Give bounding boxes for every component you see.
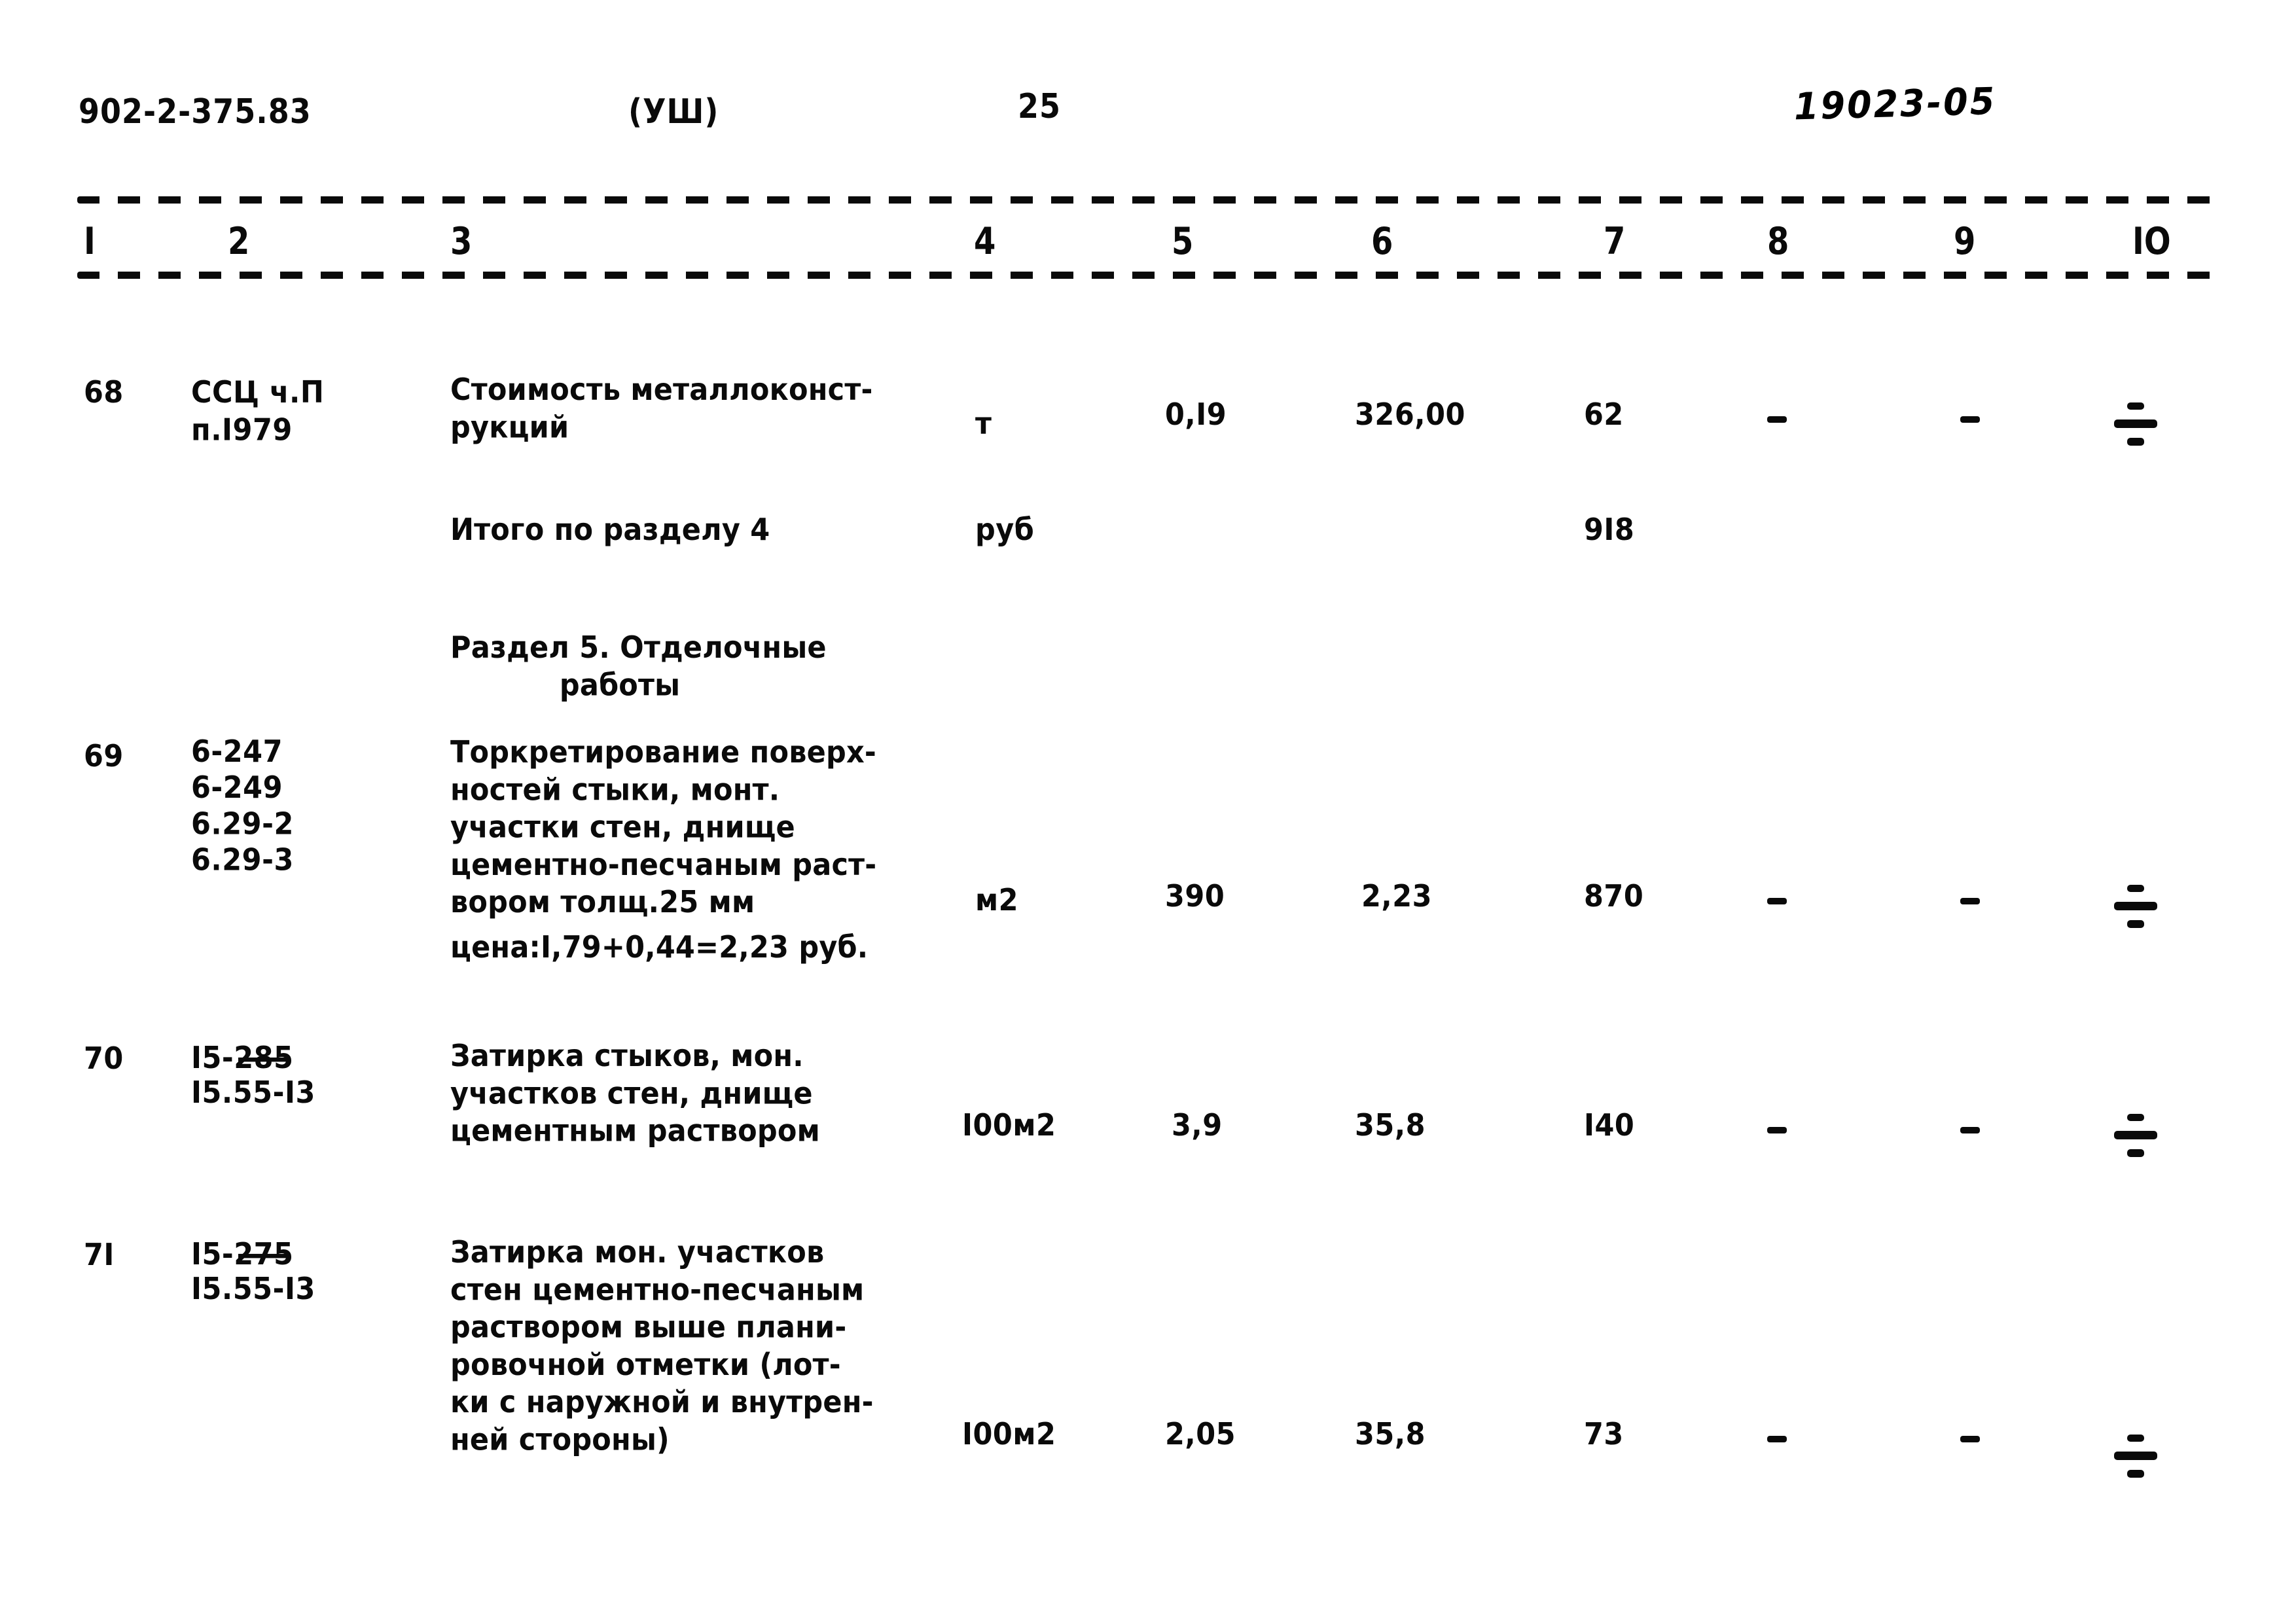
row-quantity: 390 bbox=[1165, 879, 1225, 915]
row-unit-price: 35,8 bbox=[1355, 1108, 1426, 1144]
row-number: 70 bbox=[84, 1041, 124, 1077]
column-number-2: 2 bbox=[228, 220, 250, 264]
row-total: 870 bbox=[1584, 879, 1644, 915]
column-number-9: 9 bbox=[1954, 220, 1976, 264]
document-code: 902-2-375.83 bbox=[79, 92, 312, 132]
row-total: 62 bbox=[1584, 397, 1624, 433]
row-col9-dash bbox=[1960, 898, 1980, 904]
row-unit: м2 bbox=[975, 883, 1019, 919]
column-number-3: 3 bbox=[450, 220, 473, 264]
document-variant: (УШ) bbox=[628, 92, 719, 132]
row-unit-price: 2,23 bbox=[1361, 879, 1433, 915]
row-quantity: 0,I9 bbox=[1165, 397, 1227, 433]
row-code-struck: I5-275 bbox=[191, 1237, 294, 1273]
handwritten-archive-code: 19023-05 bbox=[1793, 79, 1998, 129]
table-rule-top bbox=[77, 196, 2223, 204]
row-code: I5.55-I3 bbox=[191, 1272, 315, 1307]
row-unit-price: 326,00 bbox=[1355, 397, 1465, 433]
row-code: 6-247 6-249 6.29-2 6.29-3 bbox=[191, 734, 294, 878]
row-col8-dash bbox=[1767, 1127, 1787, 1133]
column-number-8: 8 bbox=[1767, 220, 1789, 264]
column-number-1: I bbox=[84, 220, 96, 264]
struck-code-text: I5-285 bbox=[191, 1041, 294, 1076]
scanned-page: 902-2-375.83 (УШ) 25 19023-05 I 2 3 4 5 … bbox=[0, 0, 2296, 1623]
row-quantity: 3,9 bbox=[1172, 1108, 1223, 1144]
row-code: I5.55-I3 bbox=[191, 1075, 315, 1111]
row-code: ССЦ ч.П п.I979 bbox=[191, 375, 325, 448]
table-rule-bottom bbox=[77, 272, 2223, 279]
row-col9-dash bbox=[1960, 416, 1980, 423]
row-unit: т bbox=[975, 406, 992, 442]
row-unit-price: 35,8 bbox=[1355, 1417, 1426, 1453]
row-unit: I00м2 bbox=[962, 1108, 1056, 1144]
row-col10-mark bbox=[2114, 885, 2157, 933]
page-number: 25 bbox=[1018, 86, 1062, 126]
row-description: Затирка стыков, мон. участков стен, днищ… bbox=[450, 1039, 820, 1149]
row-number: 68 bbox=[84, 375, 124, 411]
column-number-5: 5 bbox=[1172, 220, 1194, 264]
section-heading: Раздел 5. Отделочные работы bbox=[450, 630, 827, 704]
row-quantity: 2,05 bbox=[1165, 1417, 1236, 1453]
column-number-6: 6 bbox=[1371, 220, 1393, 264]
row-description: Стоимость металлоконст- рукций bbox=[450, 372, 873, 446]
row-col10-mark bbox=[2114, 1114, 2157, 1162]
row-col10-mark bbox=[2114, 1435, 2157, 1483]
row-number: 69 bbox=[84, 739, 124, 775]
struck-code-text: I5-275 bbox=[191, 1237, 294, 1272]
column-number-7: 7 bbox=[1604, 220, 1626, 264]
row-col8-dash bbox=[1767, 416, 1787, 423]
subtotal-label: Итого по разделу 4 bbox=[450, 512, 770, 548]
row-price-note: цена:I,79+0,44=2,23 руб. bbox=[450, 930, 869, 966]
row-description: Затирка мон. участков стен цементно-песч… bbox=[450, 1235, 874, 1458]
row-number: 7I bbox=[84, 1238, 115, 1274]
row-col9-dash bbox=[1960, 1127, 1980, 1133]
row-description: Торкретирование поверх- ностей стыки, мо… bbox=[450, 735, 877, 921]
row-total: 73 bbox=[1584, 1417, 1624, 1453]
row-col10-mark bbox=[2114, 402, 2157, 451]
row-total: I40 bbox=[1584, 1108, 1635, 1144]
column-number-10: IO bbox=[2132, 220, 2171, 264]
row-col8-dash bbox=[1767, 1436, 1787, 1442]
row-code-struck: I5-285 bbox=[191, 1041, 294, 1077]
subtotal-total: 9I8 bbox=[1584, 512, 1635, 548]
row-unit: I00м2 bbox=[962, 1417, 1056, 1453]
row-col8-dash bbox=[1767, 898, 1787, 904]
column-number-4: 4 bbox=[974, 220, 996, 264]
subtotal-unit: руб bbox=[975, 512, 1035, 548]
row-col9-dash bbox=[1960, 1436, 1980, 1442]
